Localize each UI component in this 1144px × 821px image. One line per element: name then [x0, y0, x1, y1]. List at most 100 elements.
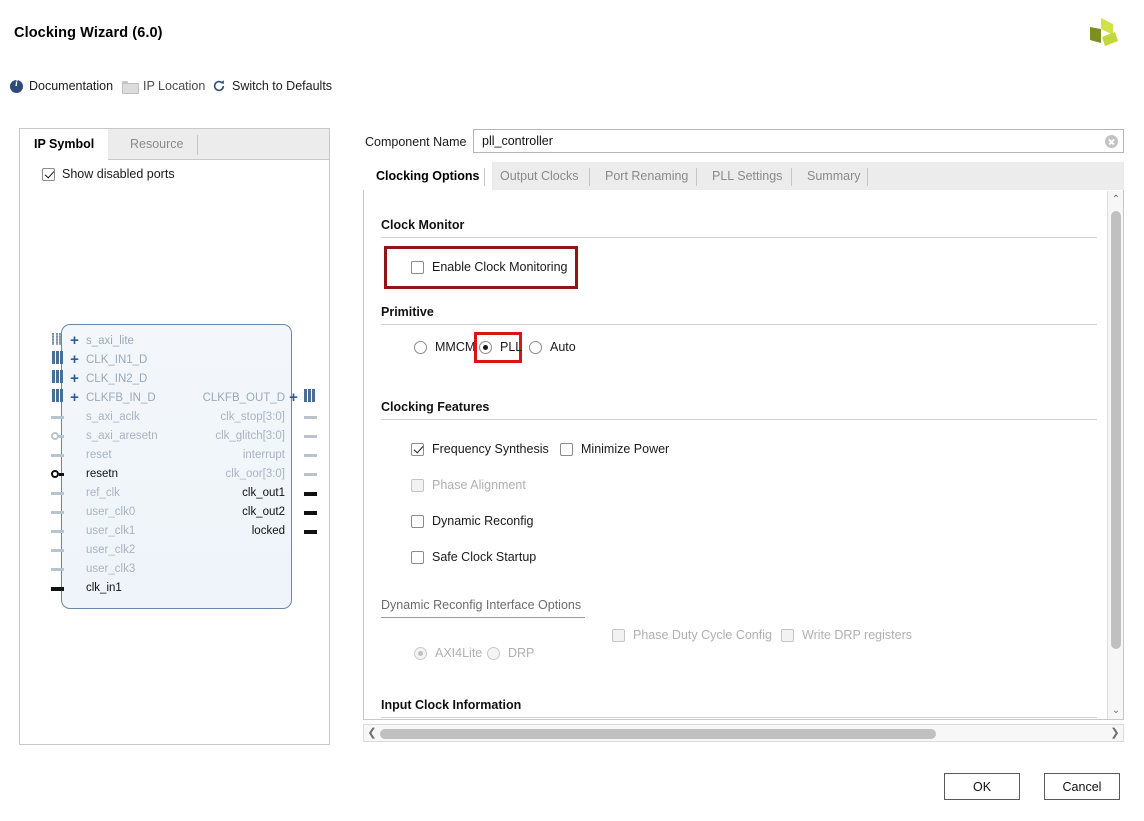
safe-clock-startup-checkbox[interactable]: Safe Clock Startup [411, 550, 536, 564]
primitive-radio-auto[interactable]: Auto [529, 340, 576, 354]
tab-divider [867, 168, 868, 186]
port-bubble-s-axi-aresetn [51, 432, 59, 440]
primitive-radio-mmcm[interactable]: MMCM [414, 340, 475, 354]
tab-output-clocks[interactable]: Output Clocks [487, 162, 592, 191]
switch-to-defaults-link[interactable]: Switch to Defaults [212, 76, 332, 96]
input-clock-information-heading: Input Clock Information [381, 698, 522, 712]
folder-icon [122, 80, 139, 94]
primitive-auto-label: Auto [550, 340, 576, 354]
checkbox-box [781, 628, 794, 642]
documentation-link[interactable]: Documentation [10, 76, 113, 96]
expand-icon-clkfb-out-d[interactable]: + [287, 389, 300, 408]
port-label-left: CLK_IN2_D [86, 373, 148, 385]
tab-clocking-options[interactable]: Clocking Options [363, 162, 493, 191]
primitive-pll-label: PLL [500, 340, 523, 354]
checkbox-box [560, 442, 573, 456]
port-stub-s-axi-aclk [51, 416, 64, 419]
drp-label: DRP [508, 646, 535, 660]
write-drp-registers-checkbox: Write DRP registers [781, 628, 912, 642]
horizontal-scroll-thumb[interactable] [380, 729, 936, 739]
clock-monitor-heading: Clock Monitor [381, 218, 465, 232]
phase-duty-cycle-config-label: Phase Duty Cycle Config [633, 628, 772, 642]
section-divider [381, 617, 585, 618]
bus-marker-s-axi-lite [52, 332, 64, 345]
radio-circle [479, 340, 492, 354]
refresh-icon [213, 80, 225, 92]
minimize-power-label: Minimize Power [581, 442, 670, 456]
port-label-right: clk_out1 [242, 487, 285, 499]
port-stub-user-clk2 [51, 549, 64, 552]
port-stub-user-clk3 [51, 568, 64, 571]
dynamic-reconfig-options-heading: Dynamic Reconfig Interface Options [381, 598, 582, 612]
port-stub-user-clk1 [51, 530, 64, 533]
primitive-heading: Primitive [381, 305, 434, 319]
window-titlebar: Clocking Wizard (6.0) [0, 0, 1144, 63]
expand-icon-clkfb-in-d[interactable]: + [68, 389, 81, 408]
scroll-right-arrow[interactable]: ❯ [1107, 725, 1123, 741]
enable-clock-monitoring-checkbox[interactable]: Enable Clock Monitoring [411, 260, 568, 274]
horizontal-scrollbar[interactable]: ❮ ❯ [363, 724, 1124, 742]
xilinx-logo-icon [1090, 18, 1118, 46]
port-label-right: clk_stop[3:0] [220, 411, 285, 423]
ip-symbol-panel: IP Symbol Resource Show disabled ports +… [19, 128, 330, 745]
tab-pll-settings[interactable]: PLL Settings [699, 162, 795, 191]
scroll-down-arrow[interactable]: ⌄ [1108, 703, 1124, 718]
section-divider [381, 324, 1097, 325]
enable-clock-monitoring-label: Enable Clock Monitoring [432, 260, 568, 274]
scroll-up-arrow[interactable]: ⌃ [1108, 192, 1124, 207]
primitive-radio-pll[interactable]: PLL [479, 340, 522, 354]
component-name-input[interactable]: pll_controller [473, 129, 1124, 153]
port-label-right: interrupt [242, 449, 285, 461]
checkbox-box [411, 478, 424, 492]
port-label-left: clk_in1 [86, 582, 122, 594]
checkbox-box [411, 514, 424, 528]
tab-divider [589, 168, 590, 186]
expand-icon-clk-in1-d[interactable]: + [68, 351, 81, 370]
clear-icon[interactable] [1105, 135, 1118, 148]
primitive-mmcm-label: MMCM [435, 340, 476, 354]
dynamic-reconfig-checkbox[interactable]: Dynamic Reconfig [411, 514, 533, 528]
tab-port-renaming[interactable]: Port Renaming [592, 162, 701, 191]
port-label-left: CLKFB_IN_D [86, 392, 156, 404]
page-title: Clocking Wizard (6.0) [14, 25, 163, 41]
frequency-synthesis-checkbox[interactable]: Frequency Synthesis [411, 442, 549, 456]
ok-button[interactable]: OK [944, 773, 1020, 800]
scroll-left-arrow[interactable]: ❮ [364, 725, 380, 741]
radio-circle [414, 646, 427, 660]
checkbox-box [411, 550, 424, 564]
write-drp-registers-label: Write DRP registers [802, 628, 912, 642]
bus-marker-clk-in2-d [52, 370, 64, 383]
cancel-button[interactable]: Cancel [1044, 773, 1120, 800]
port-label-left: reset [86, 449, 112, 461]
tab-divider [696, 168, 697, 186]
component-name-row: Component Name pll_controller [363, 128, 1124, 154]
port-stub-clk-oor [304, 473, 317, 476]
expand-icon-s-axi-lite[interactable]: + [68, 332, 81, 351]
ip-location-link[interactable]: IP Location [122, 76, 205, 96]
component-name-value: pll_controller [482, 134, 553, 148]
tab-summary[interactable]: Summary [794, 162, 873, 191]
port-label-right: clk_out2 [242, 506, 285, 518]
documentation-label: Documentation [29, 79, 114, 93]
vertical-scrollbar[interactable]: ⌃ ⌄ [1107, 191, 1123, 719]
component-name-label: Component Name [365, 135, 467, 149]
ip-location-label: IP Location [143, 79, 206, 93]
port-label-left: user_clk0 [86, 506, 136, 518]
configuration-panel: Component Name pll_controller Clocking O… [363, 128, 1124, 745]
tab-divider [791, 168, 792, 186]
vertical-scroll-thumb[interactable] [1111, 211, 1121, 649]
port-label-right: locked [251, 525, 285, 537]
toolbar: Documentation IP Location Switch to Defa… [0, 63, 1144, 108]
port-stub-clk-glitch [304, 435, 317, 438]
minimize-power-checkbox[interactable]: Minimize Power [560, 442, 669, 456]
port-stub-locked [304, 530, 317, 534]
clocking-options-content: Clock Monitor Enable Clock Monitoring Pr… [363, 190, 1124, 720]
port-stub-clk-out2 [304, 511, 317, 515]
expand-icon-clk-in2-d[interactable]: + [68, 370, 81, 389]
radio-circle [529, 340, 542, 354]
section-divider [381, 717, 1097, 718]
checkbox-box [411, 442, 424, 456]
port-label-left: user_clk1 [86, 525, 136, 537]
phase-alignment-checkbox: Phase Alignment [411, 478, 526, 492]
radio-circle [487, 646, 500, 660]
